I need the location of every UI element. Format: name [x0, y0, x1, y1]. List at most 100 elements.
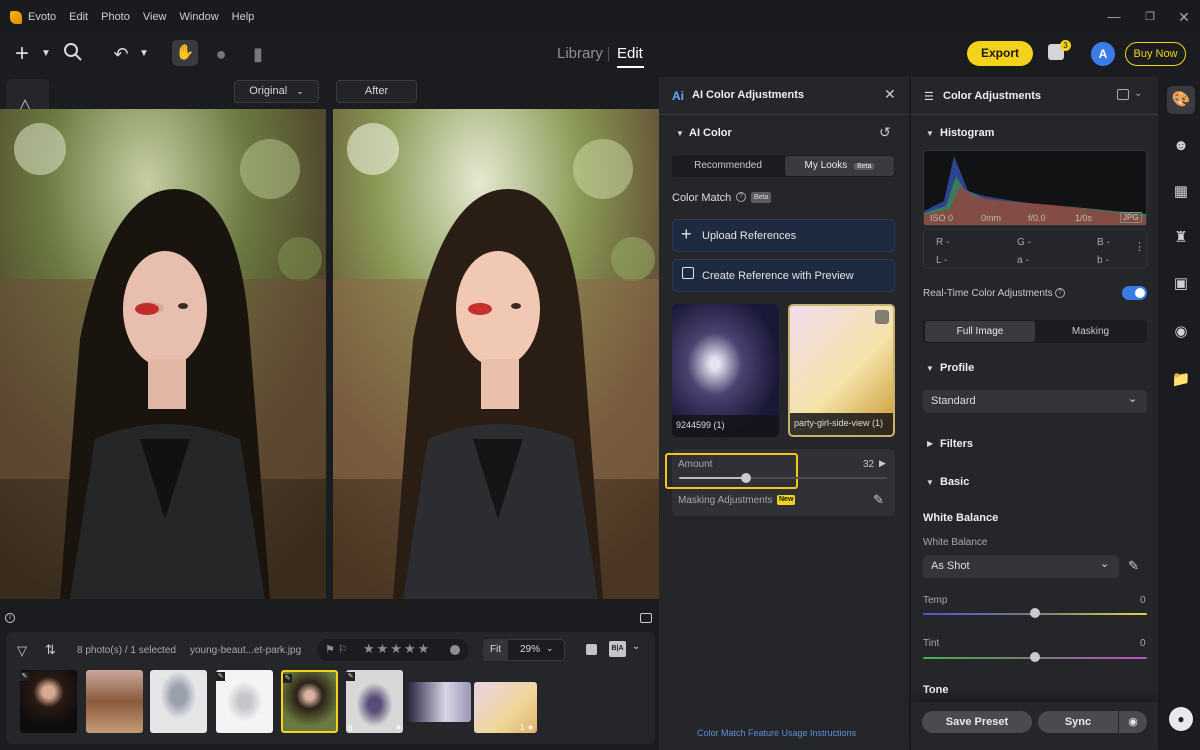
upload-references-label: Upload References: [702, 230, 797, 242]
active-tab-underline: [617, 66, 644, 68]
right-icon-sidebar: [1160, 77, 1200, 750]
minimize-icon[interactable]: —: [1105, 8, 1123, 26]
focal-value: 0mm: [981, 213, 1001, 223]
white-balance-heading: White Balance: [923, 512, 999, 524]
avatar[interactable]: A: [1091, 42, 1115, 66]
b-readout: B -: [1097, 237, 1110, 248]
restore-icon[interactable]: ❐: [1141, 8, 1159, 26]
menu-photo[interactable]: Photo: [101, 11, 130, 23]
original-photo[interactable]: [0, 109, 326, 599]
more-icon[interactable]: ⋮: [1134, 240, 1145, 253]
star-icon: ★: [527, 723, 535, 732]
edited-icon: ✎: [283, 674, 292, 683]
search-icon[interactable]: [61, 42, 85, 66]
info-icon[interactable]: i: [5, 613, 15, 623]
close-window-icon[interactable]: ✕: [1175, 8, 1193, 26]
ai-icon: Ai: [672, 89, 684, 103]
shutter-value: 1/0s: [1075, 213, 1093, 223]
tab-edit[interactable]: Edit: [617, 45, 643, 62]
info-icon[interactable]: ?: [1055, 288, 1065, 298]
thumbnail-2[interactable]: [86, 670, 143, 733]
thumbnail-3[interactable]: [150, 670, 207, 733]
face-icon[interactable]: ☻: [1170, 135, 1192, 157]
thumbnail-7[interactable]: [408, 682, 471, 722]
color-match-label: Color Match: [672, 192, 732, 204]
tab-masking[interactable]: Masking: [1036, 321, 1145, 342]
collapse-triangle-icon[interactable]: ▼: [926, 364, 934, 373]
stamp-icon[interactable]: ●: [209, 42, 233, 66]
usage-instructions-link[interactable]: Color Match Feature Usage Instructions: [697, 728, 856, 738]
menu-help[interactable]: Help: [232, 11, 255, 23]
collapse-triangle-icon[interactable]: ▼: [926, 478, 934, 487]
filters-label: Filters: [940, 438, 974, 450]
original-dropdown[interactable]: Original ⌄: [234, 80, 319, 103]
histogram-label: Histogram: [940, 127, 995, 139]
export-button[interactable]: Export: [967, 41, 1033, 66]
expand-triangle-icon[interactable]: ▶: [927, 439, 933, 448]
grid-icon[interactable]: ▦: [1170, 181, 1192, 203]
camera-icon[interactable]: ◉: [1170, 321, 1192, 343]
sliders-icon: ☰: [924, 91, 934, 103]
realtime-toggle[interactable]: [1122, 286, 1147, 300]
brush-icon[interactable]: ✎: [873, 492, 884, 508]
buy-now-button[interactable]: Buy Now: [1125, 42, 1186, 66]
tab-recommended[interactable]: Recommended: [673, 156, 783, 176]
info-icon[interactable]: ?: [736, 192, 746, 202]
refresh-icon[interactable]: [875, 310, 889, 324]
flag-icon[interactable]: ⚑ ⚐: [325, 643, 348, 656]
temp-slider-knob[interactable]: [1030, 608, 1040, 618]
menu-window[interactable]: Window: [180, 11, 219, 23]
folder-icon[interactable]: 📁: [1170, 369, 1192, 391]
aperture-value: f/0.0: [1028, 213, 1046, 223]
notification-badge: 3: [1060, 40, 1071, 51]
filter-icon[interactable]: ▽: [17, 643, 27, 659]
collapse-triangle-icon[interactable]: ▼: [926, 129, 934, 138]
tab-full-image[interactable]: Full Image: [925, 321, 1035, 342]
undo-icon[interactable]: ↶: [109, 42, 133, 66]
reference-card-2-selected[interactable]: party-girl-side-view (1): [788, 304, 895, 437]
panel-layout-icon[interactable]: [1117, 89, 1129, 100]
reset-icon[interactable]: ↺: [879, 124, 891, 141]
after-photo[interactable]: [333, 109, 659, 599]
chevron-down-icon[interactable]: ⌄: [632, 641, 640, 652]
create-reference-label: Create Reference with Preview: [702, 270, 854, 282]
beta-badge: Beta: [854, 163, 875, 170]
tint-slider-knob[interactable]: [1030, 652, 1040, 662]
beta-badge: Beta: [751, 192, 772, 203]
amount-slider-knob[interactable]: [741, 473, 751, 483]
menu-view[interactable]: View: [143, 11, 167, 23]
eyedropper-icon[interactable]: ✎: [1128, 558, 1139, 574]
sort-icon[interactable]: ⇅: [45, 642, 56, 658]
before-after-icon[interactable]: B|A: [609, 641, 626, 657]
white-balance-dropdown[interactable]: As Shot ⌄: [923, 555, 1119, 578]
menu-edit[interactable]: Edit: [69, 11, 88, 23]
fit-button[interactable]: Fit: [483, 639, 508, 661]
tab-my-looks[interactable]: My Looks Beta: [785, 156, 894, 176]
play-icon[interactable]: ▶: [879, 458, 886, 469]
add-icon[interactable]: +: [10, 42, 34, 66]
chevron-down-icon: ⌄: [1100, 558, 1110, 570]
b2-readout: b -: [1097, 255, 1109, 266]
tab-library[interactable]: Library: [557, 45, 603, 62]
undo-history-chevron-icon[interactable]: ▼: [132, 42, 156, 66]
sync-settings-icon[interactable]: ◉: [1119, 711, 1147, 733]
chevron-down-icon[interactable]: ⌄: [1134, 88, 1142, 99]
color-label-icon[interactable]: [450, 645, 460, 655]
sync-button[interactable]: Sync: [1038, 711, 1118, 733]
crop-icon[interactable]: ▣: [1170, 273, 1192, 295]
star-rating[interactable]: ★★★★★: [363, 641, 431, 657]
tone-label: Tone: [923, 684, 949, 696]
close-icon[interactable]: ✕: [884, 86, 896, 103]
chevron-down-icon[interactable]: ▼: [34, 42, 58, 66]
save-preset-button[interactable]: Save Preset: [922, 711, 1032, 733]
hand-icon[interactable]: ✋: [172, 40, 198, 66]
bandage-icon[interactable]: ▮: [246, 42, 270, 66]
single-view-icon[interactable]: [586, 644, 597, 655]
compare-view-icon[interactable]: [640, 613, 652, 623]
palette-icon[interactable]: 🎨: [1170, 89, 1192, 111]
help-icon[interactable]: ●: [1169, 707, 1193, 731]
clothing-icon[interactable]: ♜: [1170, 227, 1192, 249]
profile-dropdown[interactable]: Standard ⌄: [923, 390, 1147, 413]
reference-card-1[interactable]: 9244599 (1): [672, 304, 779, 437]
collapse-triangle-icon[interactable]: ▼: [676, 129, 684, 138]
